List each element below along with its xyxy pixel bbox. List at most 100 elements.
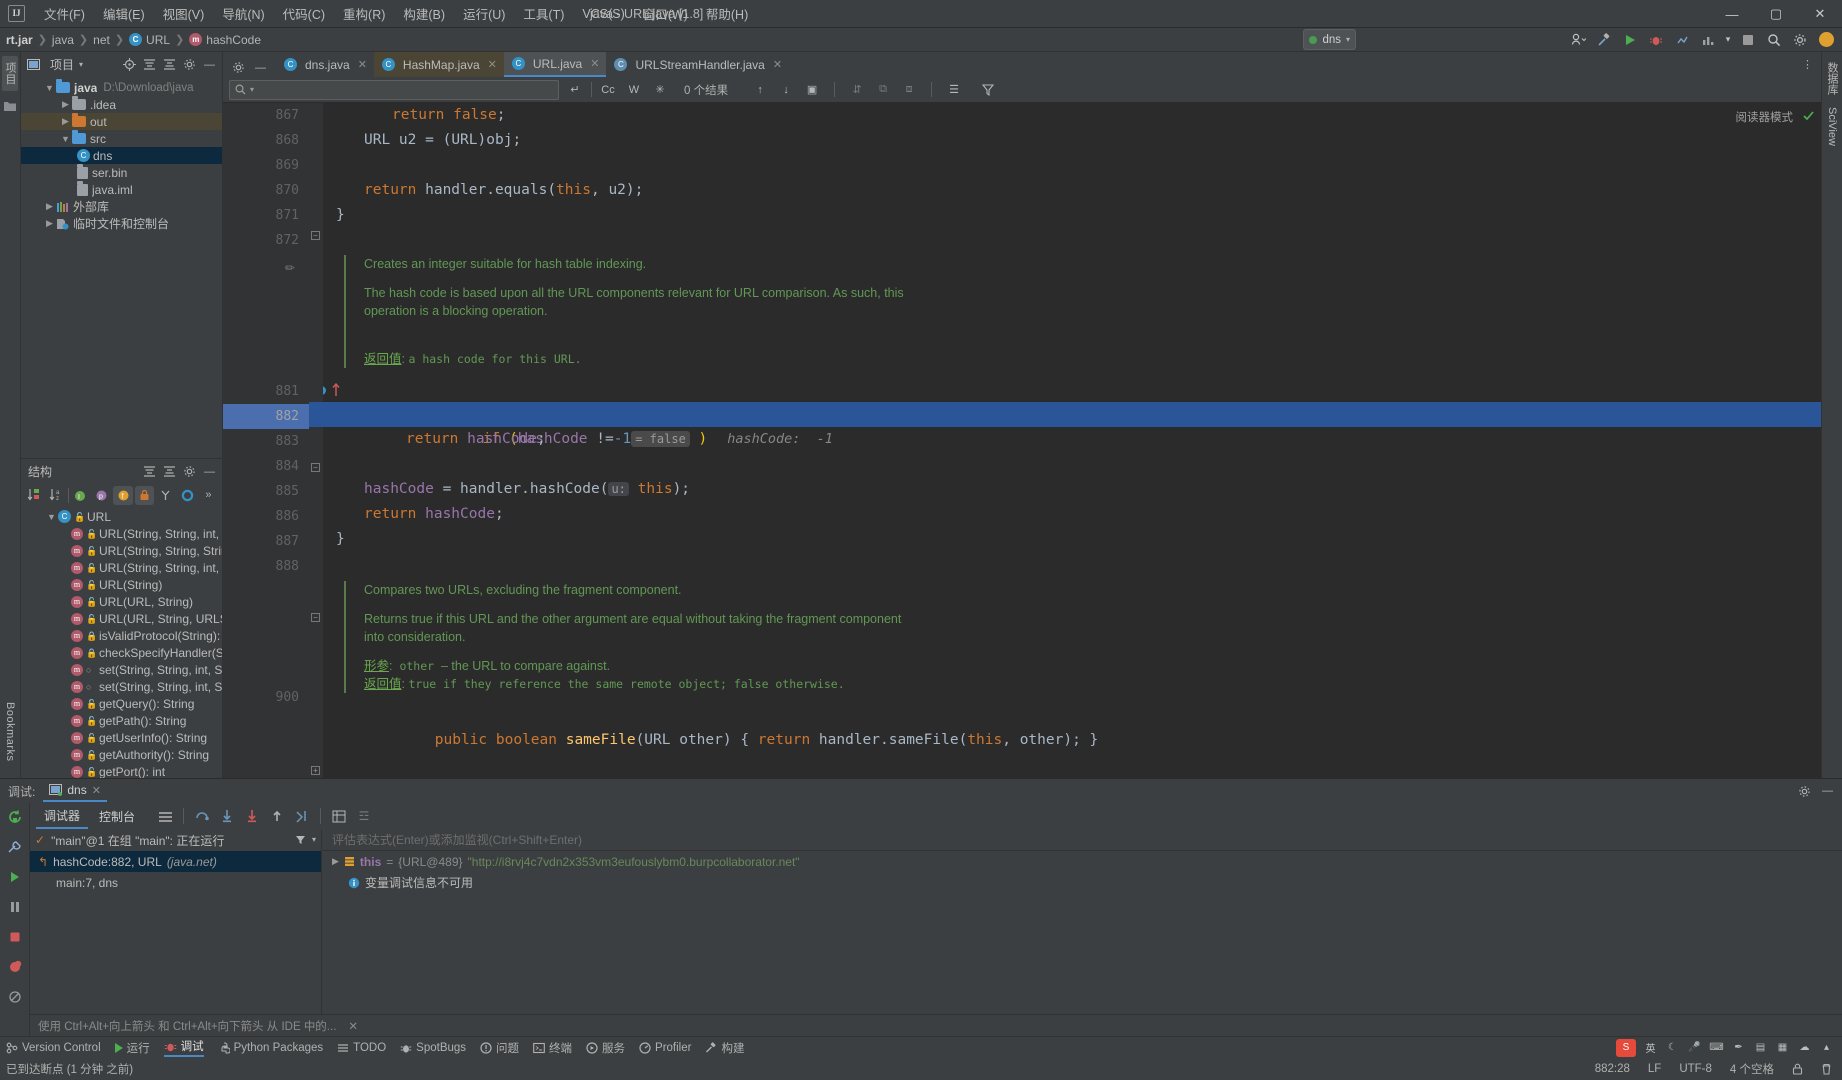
cloud-icon[interactable]: ☁ [1797, 1040, 1812, 1055]
structure-item[interactable]: m 🔒 isValidProtocol(String): bool [21, 627, 222, 644]
show-anonymous-icon[interactable] [156, 486, 175, 505]
code-line-885[interactable]: hashCode = handler.hashCode(u: this); [309, 477, 1821, 502]
breadcrumb-java[interactable]: java [52, 33, 74, 47]
code-line-887[interactable]: } [309, 527, 1821, 552]
chevron-down-icon[interactable]: ▾ [79, 60, 83, 69]
match-case-icon[interactable]: Cc [598, 80, 618, 100]
tree-item-src[interactable]: ▼ src [21, 130, 222, 147]
structure-item[interactable]: m 🔓 URL(String, String, String) [21, 542, 222, 559]
structure-item-class[interactable]: ▼ C 🔓 URL [21, 508, 222, 525]
menu-navigate[interactable]: 导航(N) [213, 0, 273, 27]
menu-build[interactable]: 构建(B) [394, 0, 454, 27]
rail-tab-bookmarks[interactable]: Bookmarks [4, 696, 16, 768]
profiler-icon[interactable] [1696, 29, 1720, 51]
structure-item[interactable]: m 🔓 getUserInfo(): String [21, 729, 222, 746]
chevron-down-icon[interactable]: ▼ [43, 83, 56, 93]
rail-tab-sciview[interactable]: SciView [1826, 101, 1838, 152]
debug-tab-debugger[interactable]: 调试器 [36, 804, 89, 829]
chevron-right-icon[interactable]: ▶ [59, 116, 72, 127]
chevron-right-icon[interactable]: ▶ [59, 99, 72, 110]
structure-item[interactable]: m ○ set(String, String, int, String, [21, 661, 222, 678]
structure-item[interactable]: m 🔓 URL(String, String, int, String [21, 559, 222, 576]
code-content[interactable]: return false; URL u2 = (URL)obj; return … [309, 103, 1821, 778]
code-line-884[interactable] [309, 452, 1821, 477]
line-separator[interactable]: LF [1648, 1063, 1661, 1075]
code-line-870[interactable]: return handler.equals(this, u2); [309, 178, 1821, 203]
avatar-icon[interactable] [1814, 29, 1838, 51]
show-values-inline-icon[interactable]: ☲ [353, 806, 375, 826]
hide-panel-icon[interactable]: — [1818, 782, 1837, 801]
debug-icon[interactable] [1644, 29, 1668, 51]
tree-item-scratches[interactable]: ▶ 临时文件和控制台 [21, 215, 222, 232]
maximize-button[interactable]: ▢ [1754, 0, 1798, 28]
lock-icon[interactable] [1792, 1063, 1803, 1075]
collapse-all-icon[interactable] [140, 462, 159, 481]
show-inherited-icon[interactable]: I [71, 486, 90, 505]
code-editor[interactable]: 867 868 869 870 871 872 ✏ 881 882 883 88… [223, 103, 1821, 778]
show-non-public-icon[interactable] [134, 485, 155, 505]
status-item-python-packages[interactable]: Python Packages [218, 1042, 323, 1054]
code-line-868[interactable]: URL u2 = (URL)obj; [309, 128, 1821, 153]
tree-item-dns[interactable]: C dns [21, 147, 222, 164]
folder-icon[interactable] [2, 97, 19, 114]
chevron-right-icon[interactable]: ▶ [332, 856, 339, 867]
code-line-881[interactable]: public synchronized int hashCode() { [309, 377, 1821, 422]
close-icon[interactable]: ✕ [773, 58, 782, 71]
tree-item-idea[interactable]: ▶ .idea [21, 96, 222, 113]
settings-wrench-icon[interactable] [4, 837, 26, 857]
evaluate-expression-icon[interactable] [328, 806, 350, 826]
menu-tools[interactable]: 工具(T) [514, 0, 573, 27]
structure-item[interactable]: m 🔓 URL(String) [21, 576, 222, 593]
search-everywhere-icon[interactable] [1762, 29, 1786, 51]
moon-icon[interactable]: ☾ [1665, 1040, 1680, 1055]
search-input[interactable]: ▾ [229, 79, 559, 100]
breadcrumb-url[interactable]: C URL [129, 33, 170, 47]
structure-item[interactable]: m 🔓 getPort(): int [21, 763, 222, 778]
edit-javadoc-icon[interactable]: ✏ [285, 261, 295, 275]
hide-panel-icon[interactable]: — [200, 462, 219, 481]
step-into-icon[interactable] [216, 806, 238, 826]
tab-url-java[interactable]: C URL.java ✕ [503, 52, 607, 77]
tab-hashmap-java[interactable]: C HashMap.java ✕ [373, 52, 504, 77]
box-icon[interactable]: ▤ [1753, 1040, 1768, 1055]
inspection-status-icon[interactable] [1802, 109, 1815, 122]
search-options-icon[interactable]: ☰ [944, 80, 964, 100]
code-line-883[interactable]: return hashCode; [309, 427, 1821, 452]
settings-gear-icon[interactable] [1795, 782, 1814, 801]
previous-occurrence-icon[interactable]: ↑ [750, 80, 770, 100]
in-comments-icon[interactable]: ⧈ [899, 80, 919, 100]
tab-urlstreamhandler-java[interactable]: C URLStreamHandler.java ✕ [606, 52, 789, 77]
run-to-cursor-icon[interactable] [291, 806, 313, 826]
minimize-button[interactable]: — [1710, 0, 1754, 28]
collapse-all-icon[interactable] [140, 55, 159, 74]
close-icon[interactable]: ✕ [358, 58, 367, 71]
gear-icon[interactable] [180, 462, 199, 481]
sogou-icon[interactable]: S [1616, 1038, 1636, 1057]
stop-program-icon[interactable] [4, 927, 26, 947]
run-configuration-selector[interactable]: dns ▾ [1299, 29, 1360, 50]
more-options-icon[interactable]: » [199, 486, 218, 505]
filter-icon[interactable] [295, 835, 306, 846]
in-selection-icon[interactable]: ⧉ [873, 80, 893, 100]
view-breakpoints-icon[interactable] [4, 957, 26, 977]
structure-item[interactable]: m 🔒 checkSpecifyHandler(Securit [21, 644, 222, 661]
show-properties-icon[interactable]: p [92, 486, 111, 505]
chevron-down-icon[interactable]: ▾ [312, 835, 316, 846]
history-chevron-icon[interactable]: ▾ [250, 85, 254, 94]
next-occurrence-icon[interactable]: ↓ [776, 80, 796, 100]
reader-mode-badge[interactable]: 阅读器模式 [1736, 109, 1794, 125]
keyboard-icon[interactable]: ⌨ [1709, 1040, 1724, 1055]
show-lambdas-icon[interactable] [177, 486, 196, 505]
hide-editor-icon[interactable]: — [251, 58, 270, 77]
status-item-build[interactable]: 构建 [705, 1040, 744, 1056]
thread-selector[interactable]: ✓ "main"@1 在组 "main": 正在运行 ▾ [30, 829, 321, 851]
show-fields-icon[interactable]: f [113, 485, 133, 505]
close-button[interactable]: ✕ [1798, 0, 1842, 28]
rail-tab-database[interactable]: 数据库 [1824, 56, 1840, 101]
menu-edit[interactable]: 编辑(E) [94, 0, 154, 27]
words-icon[interactable]: W [624, 80, 644, 100]
step-out-icon[interactable] [266, 806, 288, 826]
menu-help[interactable]: 帮助(H) [697, 0, 757, 27]
evaluate-expression-input[interactable]: 评估表达式(Enter)或添加监视(Ctrl+Shift+Enter) [322, 829, 1842, 851]
trash-icon[interactable] [1821, 1063, 1832, 1075]
